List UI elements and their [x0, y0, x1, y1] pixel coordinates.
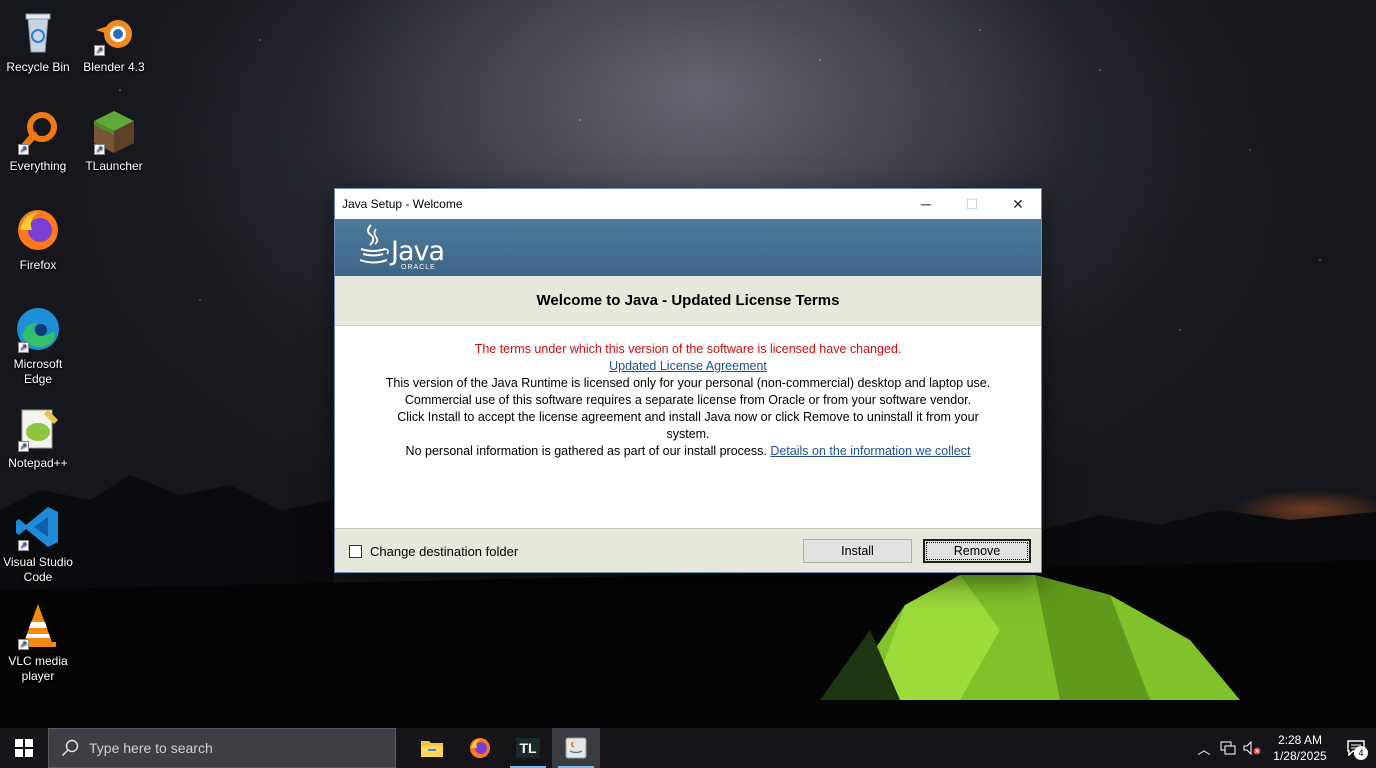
remove-button[interactable]: Remove — [923, 539, 1031, 563]
shortcut-arrow-icon: ↗ — [18, 144, 29, 155]
updated-license-link[interactable]: Updated License Agreement — [609, 359, 767, 373]
shortcut-arrow-icon: ↗ — [18, 540, 29, 551]
desktop-icon-label: VLC media player — [8, 654, 68, 683]
firefox-icon — [14, 206, 62, 254]
folder-icon — [421, 741, 443, 757]
close-icon[interactable]: ✕ — [995, 189, 1041, 219]
tlauncher-grass-block-icon: ↗ — [90, 107, 138, 155]
dialog-titlebar[interactable]: Java Setup - Welcome ─ ☐ ✕ — [335, 189, 1041, 219]
desktop-icon-notepadpp[interactable]: ↗ Notepad++ — [1, 404, 75, 471]
shortcut-arrow-icon: ↗ — [18, 441, 29, 452]
change-folder-option[interactable]: Change destination folder — [349, 544, 518, 559]
shortcut-arrow-icon: ↗ — [18, 639, 29, 650]
taskbar-firefox[interactable] — [456, 728, 504, 768]
notepadpp-icon: ↗ — [14, 404, 62, 452]
clock-time: 2:28 AM — [1277, 733, 1323, 747]
commercial-use-text: Commercial use of this software requires… — [404, 393, 972, 407]
shortcut-arrow-icon: ↗ — [94, 45, 105, 56]
welcome-heading: Welcome to Java - Updated License Terms — [335, 276, 1041, 326]
taskbar-clock[interactable]: 2:28 AM 1/28/2025 — [1264, 732, 1336, 764]
chevron-up-icon[interactable]: ︿ — [1192, 728, 1216, 768]
shortcut-arrow-icon: ↗ — [18, 342, 29, 353]
desktop-icon-edge[interactable]: ↗ Microsoft Edge — [1, 305, 75, 387]
network-icon[interactable] — [1216, 728, 1240, 768]
desktop-icon-label: Microsoft Edge — [13, 357, 63, 386]
action-center-button[interactable]: 4 — [1336, 728, 1376, 768]
privacy-line: No personal information is gathered as p… — [377, 443, 999, 460]
search-placeholder: Type here to search — [89, 740, 213, 756]
taskbar-file-explorer[interactable] — [408, 728, 456, 768]
java-cup-icon — [359, 224, 389, 264]
desktop-icon-everything[interactable]: ↗ Everything — [1, 107, 75, 174]
windows-logo-icon — [15, 739, 33, 757]
notification-count-badge: 4 — [1354, 746, 1368, 760]
desktop-icon-recycle-bin[interactable]: Recycle Bin — [1, 8, 75, 75]
desktop-icon-vlc[interactable]: ↗ VLC media player — [1, 602, 75, 684]
desktop-icon-vscode[interactable]: ↗ Visual Studio Code — [1, 503, 75, 585]
edge-icon: ↗ — [14, 305, 62, 353]
desktop-icon-label: Blender 4.3 — [83, 60, 145, 74]
vscode-icon: ↗ — [14, 503, 62, 551]
desktop-icon-tlauncher[interactable]: ↗ TLauncher — [77, 107, 151, 174]
desktop-icon-blender[interactable]: ↗ Blender 4.3 — [77, 8, 151, 75]
change-folder-checkbox[interactable] — [349, 545, 362, 558]
install-button[interactable]: Install — [803, 539, 912, 563]
desktop-icon-label: Visual Studio Code — [3, 555, 73, 584]
privacy-text: No personal information is gathered as p… — [405, 444, 767, 458]
java-banner: Java ORACLE — [335, 219, 1041, 276]
recycle-bin-icon — [14, 8, 62, 56]
search-icon — [61, 739, 79, 757]
desktop-icon-label: TLauncher — [85, 159, 143, 173]
maximize-icon: ☐ — [965, 195, 979, 212]
vlc-cone-icon: ↗ — [14, 602, 62, 650]
everything-search-icon: ↗ — [14, 107, 62, 155]
personal-use-text: This version of the Java Runtime is lice… — [385, 376, 991, 390]
clock-date: 1/28/2025 — [1273, 749, 1327, 763]
tlauncher-icon: TL — [516, 738, 540, 758]
taskbar-java-setup[interactable] — [552, 728, 600, 768]
start-button[interactable] — [0, 728, 48, 768]
dialog-footer: Change destination folder Install Remove — [335, 528, 1041, 572]
java-wordmark: Java — [391, 236, 445, 267]
system-tray: ︿ 2:28 AM 1/28/2025 4 — [1192, 728, 1376, 768]
taskbar-search-box[interactable]: Type here to search — [48, 728, 396, 768]
java-installer-icon — [565, 737, 587, 759]
dialog-title: Java Setup - Welcome — [342, 197, 463, 211]
shortcut-arrow-icon: ↗ — [94, 144, 105, 155]
java-setup-dialog: Java Setup - Welcome ─ ☐ ✕ Java ORACLE W… — [334, 188, 1042, 573]
blender-icon: ↗ — [90, 8, 138, 56]
license-change-warning: The terms under which this version of th… — [474, 342, 902, 356]
details-link[interactable]: Details on the information we collect — [770, 444, 970, 458]
install-instruction-text: Click Install to accept the license agre… — [397, 410, 979, 441]
java-logo: Java ORACLE — [357, 223, 445, 271]
volume-muted-icon[interactable] — [1240, 728, 1264, 768]
license-content: The terms under which this version of th… — [335, 326, 1041, 529]
taskbar-tlauncher[interactable]: TL — [504, 728, 552, 768]
window-controls: ─ ☐ ✕ — [903, 189, 1041, 219]
desktop-icon-label: Everything — [9, 159, 67, 173]
change-folder-label: Change destination folder — [370, 544, 519, 559]
desktop-icon-label: Notepad++ — [8, 456, 68, 470]
desktop-icon-label: Firefox — [19, 258, 57, 272]
oracle-wordmark: ORACLE — [401, 264, 436, 271]
desktop-icon-label: Recycle Bin — [6, 60, 70, 74]
desktop-icon-firefox[interactable]: Firefox — [1, 206, 75, 273]
firefox-icon — [470, 738, 490, 758]
minimize-icon[interactable]: ─ — [903, 189, 949, 219]
taskbar: Type here to search TL ︿ 2:28 AM 1/28/20… — [0, 728, 1376, 768]
